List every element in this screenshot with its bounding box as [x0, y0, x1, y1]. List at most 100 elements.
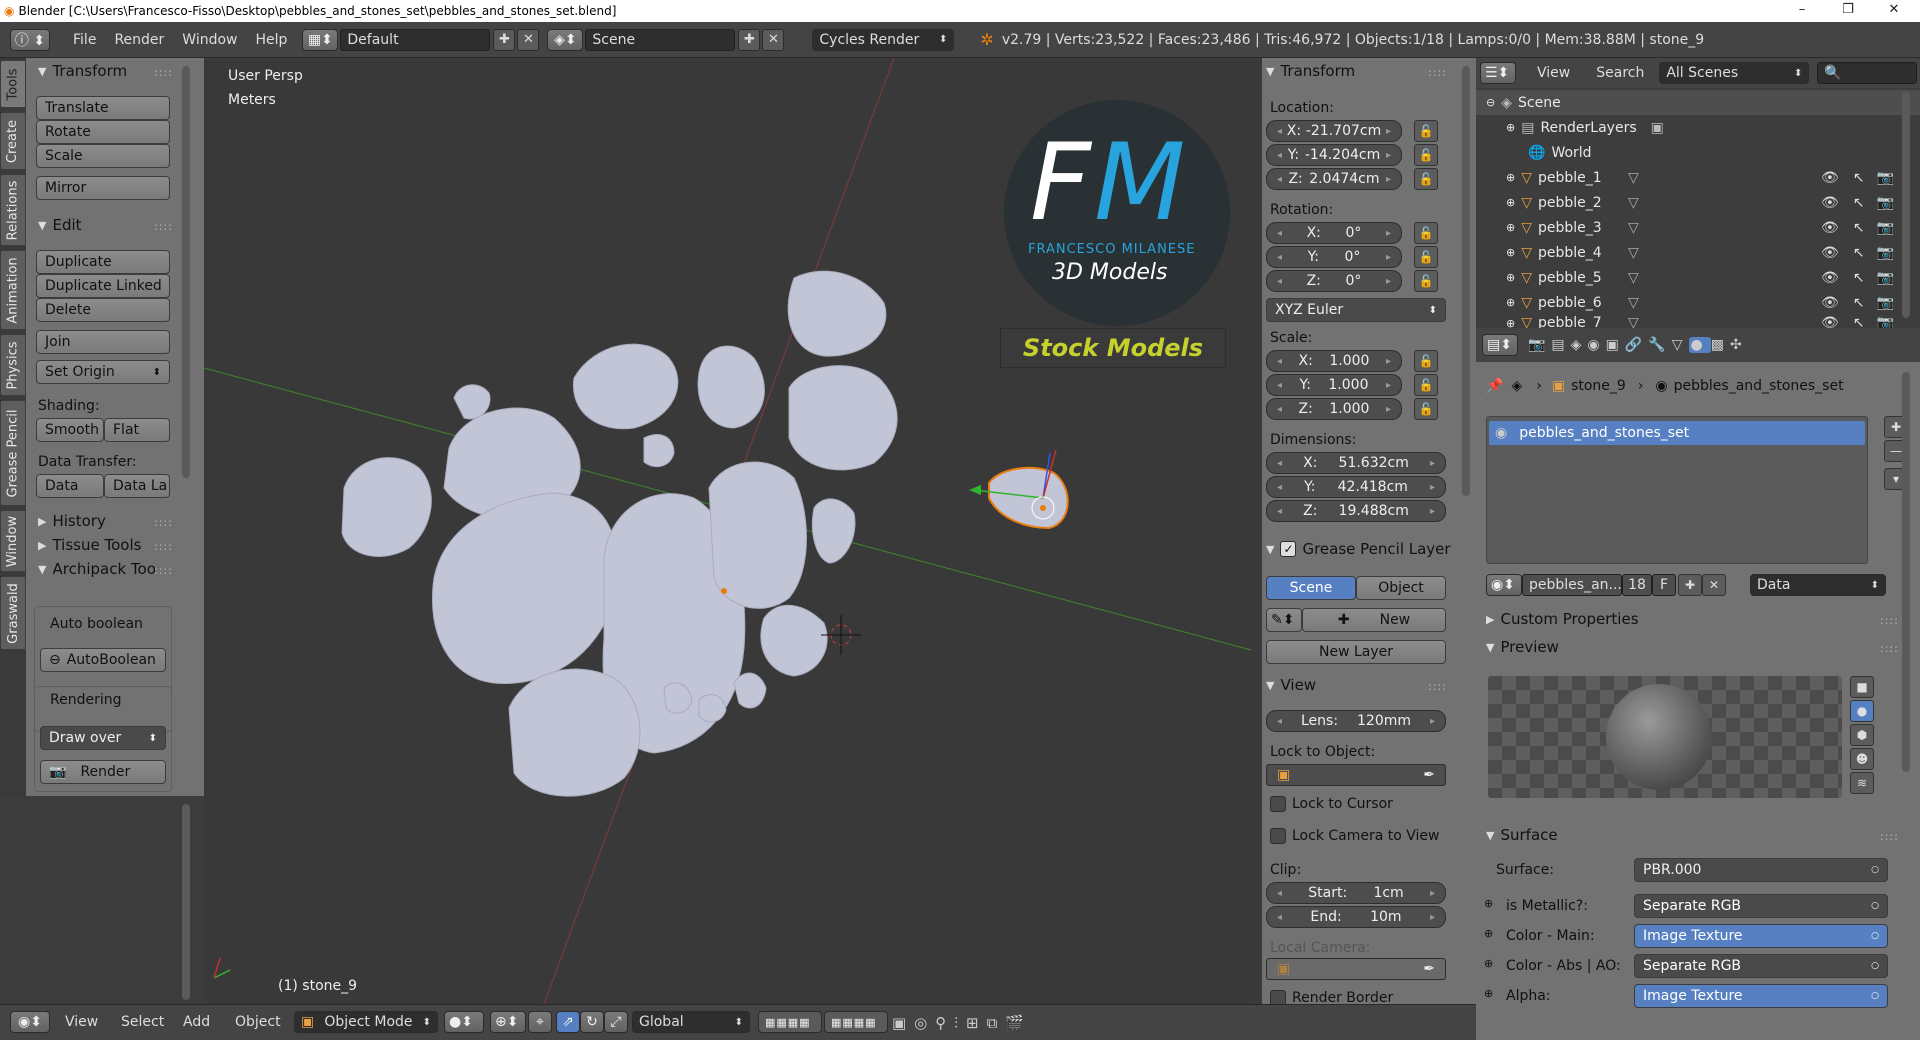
- dimension-z-field[interactable]: ◂ Z: 19.488cm ▸: [1266, 500, 1446, 522]
- render-camera-icon[interactable]: 📷: [1877, 220, 1894, 236]
- rotation-x-field[interactable]: ◂ X: 0° ▸: [1266, 222, 1402, 244]
- expand-input-icon[interactable]: ⊕: [1484, 927, 1493, 940]
- expand-icon[interactable]: ⊕: [1506, 221, 1515, 234]
- 3d-viewport[interactable]: User Persp Meters (1) stone_9 F M FRANCE…: [204, 58, 1251, 1004]
- drag-handle-icon[interactable]: ::::: [1880, 830, 1899, 843]
- expand-input-icon[interactable]: ⊕: [1484, 957, 1493, 970]
- drag-handle-icon[interactable]: ::::: [154, 66, 173, 79]
- grease-pencil-header[interactable]: ▼ ✓ Grease Pencil Layer: [1266, 540, 1451, 558]
- lock-icon[interactable]: 🔓: [1414, 398, 1438, 420]
- minimize-button[interactable]: –: [1782, 0, 1822, 22]
- scene-browse[interactable]: ◈⬍: [547, 28, 584, 51]
- menu-window[interactable]: Window: [173, 32, 246, 48]
- tab-graswald[interactable]: Graswald: [0, 576, 26, 650]
- dimension-x-field[interactable]: ◂ X: 51.632cm ▸: [1266, 452, 1446, 474]
- lock-camera-checkbox[interactable]: [1270, 828, 1286, 844]
- close-button[interactable]: ✕: [1874, 0, 1914, 22]
- join-button[interactable]: Join: [36, 330, 170, 354]
- preview-header[interactable]: ▼ Preview: [1486, 638, 1559, 656]
- preview-cube-button[interactable]: ⬢: [1850, 724, 1874, 746]
- lock-icon[interactable]: 🔓: [1414, 350, 1438, 372]
- menu-file[interactable]: File: [64, 32, 105, 48]
- viewport-shading-select[interactable]: ●⬍: [444, 1011, 484, 1033]
- rotate-button[interactable]: Rotate: [36, 120, 170, 144]
- cursor-select-icon[interactable]: ↖: [1853, 170, 1865, 186]
- outliner-row-pebble[interactable]: ⊕ ▽ pebble_5 ▽ 👁 ↖ 📷: [1476, 265, 1900, 290]
- new-layer-button[interactable]: New Layer: [1266, 640, 1446, 664]
- mode-select[interactable]: ▣ Object Mode ⬍: [294, 1011, 438, 1033]
- custom-properties-header[interactable]: ▶ Custom Properties: [1486, 610, 1639, 628]
- cursor-select-icon[interactable]: ↖: [1853, 295, 1865, 311]
- add-scene-button[interactable]: ✚: [738, 28, 761, 51]
- render-camera-icon[interactable]: 📷: [1877, 295, 1894, 311]
- outliner-row-pebble[interactable]: ⊕ ▽ pebble_6 ▽ 👁 ↖ 📷: [1476, 290, 1900, 315]
- input-node-select[interactable]: Separate RGB ○: [1634, 894, 1888, 918]
- outliner-editor-type[interactable]: ☰⬍: [1480, 62, 1516, 84]
- expand-icon[interactable]: ⊕: [1506, 196, 1515, 209]
- preview-flat-button[interactable]: ■: [1850, 676, 1874, 698]
- render-camera-icon[interactable]: 📷: [1877, 245, 1894, 261]
- editor-type-button[interactable]: ⓘ ⬍: [10, 28, 50, 51]
- tab-animation[interactable]: Animation: [0, 250, 26, 330]
- new-material-button[interactable]: ✚: [1678, 574, 1702, 596]
- render-camera-icon[interactable]: 📷: [1877, 195, 1894, 211]
- lock-icon[interactable]: 🔓: [1414, 270, 1438, 292]
- data-transfer-button[interactable]: Data: [36, 474, 104, 498]
- add-menu[interactable]: Add: [174, 1014, 219, 1030]
- fake-user-toggle[interactable]: F: [1652, 574, 1676, 596]
- lock-icon[interactable]: 🔓: [1414, 246, 1438, 268]
- maximize-button[interactable]: ❐: [1828, 0, 1868, 22]
- tab-create[interactable]: Create: [0, 112, 26, 170]
- material-users-count[interactable]: 18: [1622, 574, 1652, 596]
- drag-handle-icon[interactable]: ::::: [154, 220, 173, 233]
- outliner-row-pebble[interactable]: ⊕ ▽ pebble_4 ▽ 👁 ↖ 📷: [1476, 240, 1900, 265]
- lock-icon[interactable]: 🔓: [1414, 222, 1438, 244]
- material-slot-item[interactable]: ◉ pebbles_and_stones_set: [1489, 421, 1865, 445]
- lock-icon[interactable]: 🔓: [1414, 168, 1438, 190]
- rotate-manipulator[interactable]: ↻: [580, 1011, 604, 1033]
- transform-orientation-select[interactable]: Global ⬍: [632, 1011, 750, 1033]
- props-scrollbar[interactable]: [1902, 372, 1910, 772]
- tab-window[interactable]: Window: [0, 510, 26, 572]
- pin-icon[interactable]: 📌: [1486, 378, 1503, 394]
- preview-monkey-button[interactable]: ☻: [1850, 748, 1874, 770]
- history-section-header[interactable]: ▶ History: [38, 512, 106, 530]
- menu-help[interactable]: Help: [246, 32, 296, 48]
- input-node-select[interactable]: Separate RGB ○: [1634, 954, 1888, 978]
- grease-object-tab[interactable]: Object: [1356, 576, 1446, 600]
- grease-new-button[interactable]: ✚ New: [1302, 608, 1446, 632]
- properties-editor-type[interactable]: ▤⬍: [1482, 334, 1518, 356]
- grease-pencil-checkbox[interactable]: ✓: [1280, 541, 1297, 557]
- scale-x-field[interactable]: ◂ X: 1.000 ▸: [1266, 350, 1402, 372]
- surface-shader-select[interactable]: PBR.000 ○: [1634, 858, 1888, 882]
- duplicate-linked-button[interactable]: Duplicate Linked: [36, 274, 170, 298]
- menu-render[interactable]: Render: [105, 32, 173, 48]
- lock-icon[interactable]: 🔓: [1414, 144, 1438, 166]
- layer-buttons-2[interactable]: ▦▦▦▦: [824, 1011, 888, 1033]
- data-layout-button[interactable]: Data La: [104, 474, 170, 498]
- preview-hair-button[interactable]: ≋: [1850, 772, 1874, 794]
- transform-panel-header[interactable]: ▼ Transform: [1266, 62, 1355, 80]
- view-panel-header[interactable]: ▼ View: [1266, 676, 1316, 694]
- tab-grease-pencil[interactable]: Grease Pencil: [0, 400, 26, 506]
- delete-scene-button[interactable]: ✕: [762, 28, 785, 51]
- flat-button[interactable]: Flat: [104, 418, 170, 442]
- set-origin-menu[interactable]: Set Origin ⬍: [36, 360, 170, 384]
- cursor-select-icon[interactable]: ↖: [1853, 195, 1865, 211]
- outliner-row-world[interactable]: 🌐 World: [1476, 140, 1920, 165]
- scene-field[interactable]: Scene: [585, 28, 736, 51]
- tab-physics[interactable]: Physics: [0, 334, 26, 396]
- lock-icon[interactable]: 🔓: [1414, 374, 1438, 396]
- drag-handle-icon[interactable]: ::::: [1880, 642, 1899, 655]
- eye-icon[interactable]: 👁: [1821, 245, 1839, 261]
- eye-icon[interactable]: 👁: [1821, 295, 1839, 311]
- location-y-field[interactable]: ◂ Y: -14.204cm ▸: [1266, 144, 1402, 166]
- rotation-z-field[interactable]: ◂ Z: 0° ▸: [1266, 270, 1402, 292]
- layer-buttons[interactable]: ▦▦▦▦: [758, 1011, 822, 1033]
- drag-handle-icon[interactable]: ::::: [1428, 66, 1447, 79]
- lock-to-cursor-checkbox[interactable]: [1270, 796, 1286, 812]
- outliner-row-scene[interactable]: ⊖ ◈ Scene: [1476, 90, 1920, 115]
- material-link-select[interactable]: Data ⬍: [1750, 574, 1886, 596]
- scale-manipulator[interactable]: ⤢: [604, 1011, 628, 1033]
- object-menu[interactable]: Object: [226, 1014, 290, 1030]
